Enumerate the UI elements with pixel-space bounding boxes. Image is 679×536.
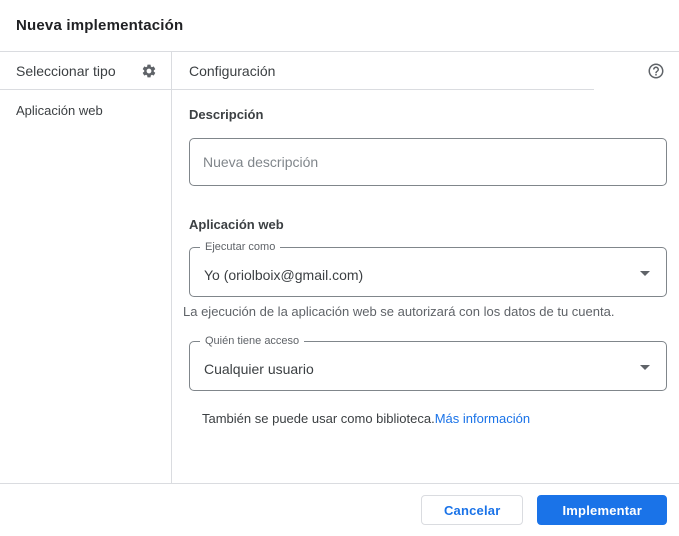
who-has-access-value: Cualquier usuario (204, 361, 314, 377)
library-note-text: También se puede usar como biblioteca. (202, 411, 435, 426)
deploy-button[interactable]: Implementar (537, 495, 667, 525)
cancel-button[interactable]: Cancelar (420, 495, 524, 525)
sidebar-item-web-app[interactable]: Aplicación web (0, 90, 171, 131)
help-circle-icon[interactable] (644, 59, 668, 83)
configuration-panel: Configuración Descripción Aplicación web… (172, 52, 679, 483)
type-sidebar-header: Seleccionar tipo (0, 52, 171, 90)
who-has-access-select[interactable]: Quién tiene acceso Cualquier usuario (189, 335, 667, 391)
configuration-header: Configuración (172, 52, 679, 90)
caret-down-icon (640, 271, 650, 276)
execute-as-helper-text: La ejecución de la aplicación web se aut… (183, 304, 615, 319)
execute-as-select[interactable]: Ejecutar como Yo (oriolboix@gmail.com) (189, 241, 667, 297)
type-sidebar: Seleccionar tipo Aplicación web (0, 52, 172, 483)
dialog-title-bar: Nueva implementación (0, 0, 679, 52)
web-app-section-label: Aplicación web (189, 217, 284, 232)
execute-as-legend: Ejecutar como (200, 241, 281, 254)
dialog-title: Nueva implementación (16, 17, 184, 34)
configuration-header-actions (594, 52, 679, 90)
dialog-body: Seleccionar tipo Aplicación web Configur… (0, 52, 679, 483)
new-deployment-dialog: Nueva implementación Seleccionar tipo Ap… (0, 0, 679, 536)
execute-as-value: Yo (oriolboix@gmail.com) (204, 267, 364, 283)
configuration-header-title: Configuración (172, 52, 594, 90)
dialog-footer: Cancelar Implementar (0, 483, 679, 536)
gear-icon[interactable] (137, 59, 161, 83)
more-info-link[interactable]: Más información (435, 411, 530, 426)
library-note-line: También se puede usar como biblioteca.Má… (202, 411, 667, 426)
description-input[interactable] (189, 138, 667, 186)
type-sidebar-header-label: Seleccionar tipo (16, 62, 116, 79)
description-label: Descripción (189, 107, 264, 122)
caret-down-icon (640, 365, 650, 370)
who-has-access-legend: Quién tiene acceso (200, 335, 305, 348)
configuration-form: Descripción Aplicación web Ejecutar como… (172, 90, 679, 483)
